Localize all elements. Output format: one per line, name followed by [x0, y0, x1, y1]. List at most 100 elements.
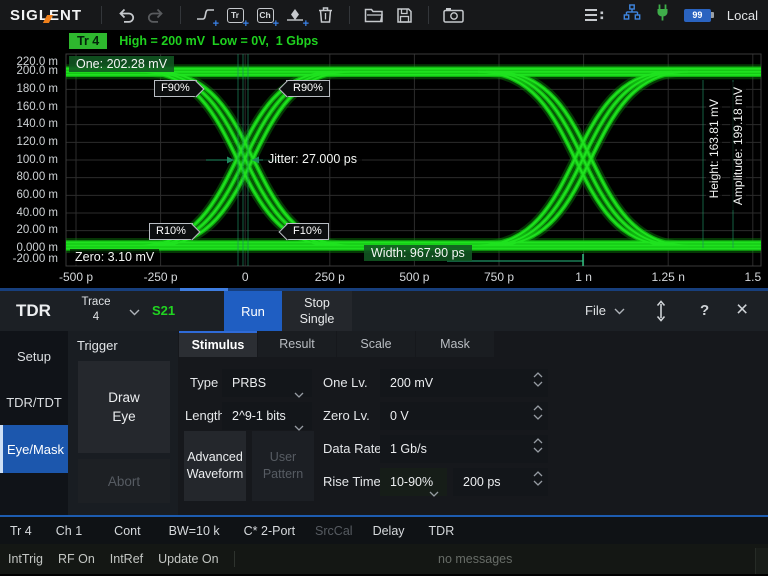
stop-single-button[interactable]: Stop Single: [282, 291, 352, 331]
abort-button[interactable]: Abort: [78, 459, 170, 503]
trace-badge[interactable]: Tr 4: [69, 33, 107, 49]
status-rf-on: RF On: [58, 552, 95, 566]
save-icon[interactable]: [389, 2, 419, 28]
y-tick-label: 180.0 m: [0, 83, 58, 95]
trace-selector-value: 4: [66, 310, 126, 325]
panel-title: TDR: [16, 291, 51, 331]
add-trace-window-icon[interactable]: Tr +: [220, 2, 250, 28]
ch-box: Ch: [257, 8, 274, 23]
decrement-icon[interactable]: [533, 414, 543, 420]
jitter-annotation: Jitter: 27.000 ps: [263, 151, 362, 167]
fall-90-marker: F90%: [154, 80, 197, 97]
undo-icon[interactable]: [111, 2, 141, 28]
top-toolbar: SIGLENT + Tr + Ch + +: [0, 0, 768, 30]
screenshot-icon[interactable]: [438, 2, 468, 28]
trigger-section: Trigger Draw Eye Abort: [68, 331, 178, 515]
data-rate-value: 1 Gb/s: [390, 442, 427, 456]
add-step-response-icon[interactable]: +: [190, 2, 220, 28]
file-menu[interactable]: File: [585, 291, 625, 331]
tab-scale[interactable]: Scale: [337, 331, 415, 357]
status-bar: Tr 4 Ch 1 Cont BW=10 k C* 2-Port SrcCal …: [0, 517, 768, 544]
decrement-icon[interactable]: [533, 480, 543, 486]
one-level-input[interactable]: 200 mV: [380, 369, 548, 397]
one-level-value: 200 mV: [390, 376, 433, 390]
decrement-icon[interactable]: [533, 381, 543, 387]
trace-info-bar: Tr 4 High = 200 mV Low = 0V, 1 Gbps: [0, 30, 768, 52]
toolbar-divider: [180, 6, 181, 24]
advanced-waveform-button[interactable]: Advanced Waveform: [184, 431, 246, 501]
data-rate-input[interactable]: 1 Gb/s: [380, 435, 548, 463]
one-level-label: One Lv.: [323, 369, 368, 397]
plus-badge: +: [213, 19, 219, 29]
x-tick-label: -250 p: [144, 270, 178, 284]
plus-badge: +: [273, 19, 279, 29]
resize-panel-icon[interactable]: [655, 300, 667, 327]
help-button[interactable]: ?: [700, 291, 709, 331]
status-bandwidth: BW=10 k: [169, 524, 220, 538]
tab-result[interactable]: Result: [258, 331, 336, 357]
length-value: 2^9-1 bits: [232, 409, 286, 423]
rise-time-range-value: 10-90%: [390, 475, 433, 489]
zero-level-input[interactable]: 0 V: [380, 402, 548, 430]
sidebar-item-eye-mask[interactable]: Eye/Mask: [0, 425, 68, 473]
usb-icon: [655, 4, 670, 26]
draw-label: Draw: [78, 388, 170, 407]
plus-badge: +: [303, 19, 309, 29]
menu-icon[interactable]: [579, 2, 609, 28]
sidebar-item-tdr-tdt[interactable]: TDR/TDT: [0, 379, 68, 425]
eye-diagram-canvas: [0, 52, 768, 268]
increment-icon[interactable]: [533, 372, 543, 378]
x-axis: -500 p-250 p0250 p500 p750 p1 n1.25 n1.5…: [0, 268, 768, 288]
status-tdr: TDR: [429, 524, 455, 538]
battery-level: 99: [692, 10, 702, 20]
rise-time-input[interactable]: 200 ps: [453, 468, 548, 496]
y-tick-label: 20.00 m: [0, 224, 58, 236]
system-message: no messages: [438, 552, 512, 566]
trigger-title: Trigger: [77, 338, 118, 353]
status-srccal: SrcCal: [315, 524, 353, 538]
toolbar-divider: [349, 6, 350, 24]
mode-label[interactable]: Local: [727, 8, 758, 23]
y-tick-label: 200.0 m: [0, 65, 58, 77]
status-int-ref: IntRef: [110, 552, 143, 566]
x-tick-label: 0: [242, 270, 249, 284]
close-panel-button[interactable]: ×: [736, 291, 748, 329]
run-button[interactable]: Run: [224, 291, 282, 331]
plus-badge: +: [243, 19, 249, 29]
draw-eye-button[interactable]: Draw Eye: [78, 361, 170, 453]
x-tick-label: 1.25 n: [652, 270, 685, 284]
zero-level-value: 0 V: [390, 409, 409, 423]
user-pattern-button[interactable]: User Pattern: [252, 431, 314, 501]
tab-mask[interactable]: Mask: [416, 331, 494, 357]
length-dropdown[interactable]: 2^9-1 bits: [222, 402, 312, 430]
x-tick-label: -500 p: [59, 270, 93, 284]
advanced-label: Advanced: [184, 449, 246, 466]
trash-icon[interactable]: [310, 2, 340, 28]
open-folder-icon[interactable]: [359, 2, 389, 28]
type-dropdown[interactable]: PRBS: [222, 369, 312, 397]
rise-10-marker: R10%: [149, 223, 193, 240]
increment-icon[interactable]: [533, 471, 543, 477]
chevron-down-icon: [429, 479, 439, 507]
sidebar-item-setup[interactable]: Setup: [0, 333, 68, 379]
trace-selector[interactable]: Trace 4: [66, 295, 126, 325]
rise-time-range-dropdown[interactable]: 10-90%: [380, 468, 447, 496]
stimulus-section: Stimulus Result Scale Mask Type PRBS One…: [178, 331, 768, 515]
instrument-screen: SIGLENT + Tr + Ch + +: [0, 0, 768, 576]
trace-selector-label: Trace: [66, 295, 126, 310]
tab-stimulus[interactable]: Stimulus: [179, 331, 257, 357]
single-label: Single: [282, 311, 352, 327]
zero-level-annotation: Zero: 3.10 mV: [70, 249, 159, 265]
stop-label: Stop: [282, 295, 352, 311]
pattern-label: Pattern: [252, 466, 314, 483]
add-channel-window-icon[interactable]: Ch +: [250, 2, 280, 28]
tr-box: Tr: [227, 8, 244, 23]
decrement-icon[interactable]: [533, 447, 543, 453]
add-marker-icon[interactable]: +: [280, 2, 310, 28]
increment-icon[interactable]: [533, 438, 543, 444]
amplitude-annotation: Amplitude: 199.18 mV: [730, 82, 746, 210]
y-tick-label: 120.0 m: [0, 136, 58, 148]
rise-time-value: 200 ps: [463, 475, 501, 489]
redo-icon[interactable]: [141, 2, 171, 28]
increment-icon[interactable]: [533, 405, 543, 411]
